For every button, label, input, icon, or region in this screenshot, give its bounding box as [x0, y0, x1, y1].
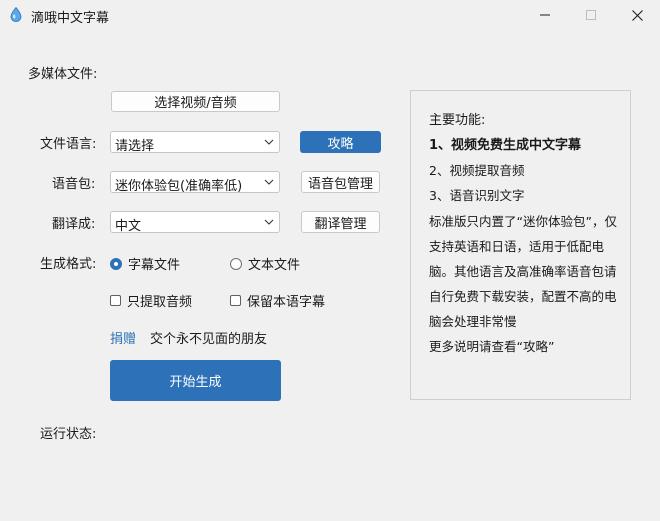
feature-item: 3、语音识别文字 — [429, 188, 525, 203]
chevron-down-icon — [264, 219, 274, 225]
voice-pack-value: 迷你体验包(准确率低) — [115, 179, 243, 194]
media-file-label: 多媒体文件: — [28, 67, 98, 82]
checkbox-keep-original-label: 保留本语字幕 — [247, 295, 326, 310]
voice-pack-manage-button[interactable]: 语音包管理 — [301, 171, 380, 193]
features-heading: 主要功能: — [429, 113, 486, 128]
title-bar: 滴哦中文字幕 — [0, 0, 660, 30]
close-button[interactable] — [614, 0, 660, 30]
features-more-text: 更多说明请查看“攻略” — [429, 339, 555, 354]
file-language-select[interactable]: 请选择 — [110, 131, 280, 154]
translate-label: 翻译成: — [52, 217, 96, 232]
feature-item: 2、视频提取音频 — [429, 163, 525, 178]
translate-value: 中文 — [115, 219, 142, 234]
output-format-label: 生成格式: — [40, 257, 97, 272]
checkbox-extract-audio[interactable]: 只提取音频 — [110, 291, 192, 310]
voice-pack-select[interactable]: 迷你体验包(准确率低) — [110, 171, 280, 194]
start-generate-button[interactable]: 开始生成 — [110, 360, 281, 401]
checkbox-extract-audio-label: 只提取音频 — [127, 295, 193, 310]
feature-item: 1、视频免费生成中文字幕 — [429, 138, 582, 153]
chevron-down-icon — [264, 179, 274, 185]
radio-unselected-indicator — [230, 257, 242, 270]
donate-link[interactable]: 捐赠 — [110, 328, 136, 347]
checkbox-keep-original-subtitle[interactable]: 保留本语字幕 — [230, 291, 325, 310]
radio-text-label: 文本文件 — [248, 258, 301, 273]
guide-button[interactable]: 攻略 — [300, 131, 381, 153]
chevron-down-icon — [264, 139, 274, 145]
translate-manage-button[interactable]: 翻译管理 — [301, 211, 380, 233]
run-status-label: 运行状态: — [40, 427, 97, 442]
donate-text: 交个永不见面的朋友 — [150, 332, 268, 347]
maximize-icon — [586, 10, 596, 20]
close-icon — [631, 9, 643, 21]
features-description-text: 标准版只内置了“迷你体验包”，仅支持英语和日语，适用于低配电脑。其他语言及高准确… — [429, 214, 617, 329]
file-language-value: 请选择 — [115, 139, 155, 154]
minimize-icon — [540, 14, 550, 16]
maximize-button[interactable] — [568, 0, 614, 30]
radio-selected-indicator — [110, 257, 122, 270]
radio-text-file[interactable]: 文本文件 — [230, 254, 300, 273]
radio-subtitle-label: 字幕文件 — [128, 258, 181, 273]
window-title: 滴哦中文字幕 — [31, 11, 110, 26]
radio-subtitle-file[interactable]: 字幕文件 — [110, 254, 180, 273]
translate-select[interactable]: 中文 — [110, 211, 280, 234]
features-panel: 主要功能: 1、视频免费生成中文字幕 2、视频提取音频 3、语音识别文字 标准版… — [410, 90, 631, 400]
voice-pack-label: 语音包: — [52, 177, 96, 192]
file-language-label: 文件语言: — [40, 137, 97, 152]
minimize-button[interactable] — [522, 0, 568, 30]
checkbox-box — [110, 295, 121, 306]
select-media-button[interactable]: 选择视频/音频 — [111, 91, 280, 112]
water-drop-icon — [10, 7, 22, 22]
features-description: 标准版只内置了“迷你体验包”，仅支持英语和日语，适用于低配电脑。其他语言及高准确… — [429, 209, 624, 359]
checkbox-box — [230, 295, 241, 306]
